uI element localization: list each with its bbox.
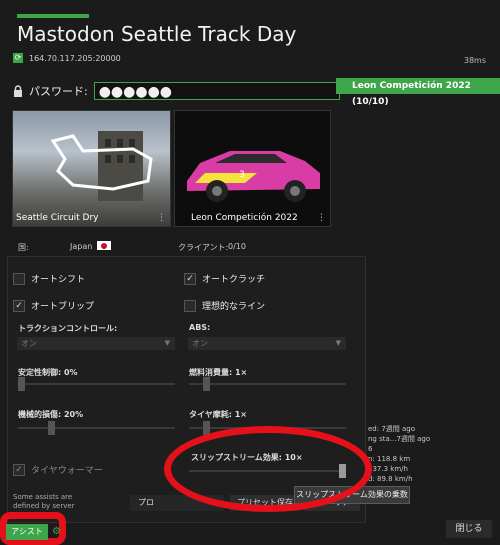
password-row: パスワード: ●●●●●●: [13, 82, 340, 100]
stat-line: ed: 7週間 ago: [368, 425, 416, 433]
traction-control-select[interactable]: オン ▼: [17, 337, 175, 350]
auto-clutch-checkbox[interactable]: ✓ オートクラッチ: [184, 272, 265, 285]
password-input[interactable]: ●●●●●●: [93, 82, 340, 100]
ideal-line-label: 理想的なライン: [202, 302, 266, 312]
fuel-slider[interactable]: [189, 377, 346, 391]
preset-value: プロ: [138, 498, 154, 507]
car-thumbnail[interactable]: 3 Leon Competición 2022 ⋮: [174, 110, 331, 227]
checkbox-box[interactable]: ✓: [184, 272, 196, 285]
abs-value: オン: [192, 339, 208, 348]
ideal-line-checkbox[interactable]: 理想的なライン: [184, 299, 265, 312]
close-button[interactable]: 閉じる: [446, 520, 492, 538]
track-menu-icon[interactable]: ⋮: [157, 213, 166, 223]
checkbox-box[interactable]: ✓: [13, 299, 25, 312]
damage-slider[interactable]: [18, 421, 175, 435]
chevron-down-icon: ▼: [164, 339, 170, 347]
ping-value: 38ms: [463, 56, 486, 65]
server-assists-note: Some assists are defined by server: [13, 493, 75, 510]
slider-knob[interactable]: [48, 421, 55, 435]
checkbox-box[interactable]: [13, 272, 25, 285]
clients-value: 0/10: [228, 242, 246, 251]
assist-tab-label: アシスト: [11, 527, 43, 536]
slider-knob[interactable]: [203, 377, 210, 391]
checkbox-box[interactable]: [184, 299, 196, 312]
track-layout-map: [50, 131, 153, 201]
traction-control-label: トラクションコントロール:: [18, 324, 118, 333]
car-menu-icon[interactable]: ⋮: [317, 213, 326, 223]
stat-line: ng sta...7週間 ago: [368, 435, 431, 443]
fuel-label: 燃料消費量: 1×: [189, 368, 248, 377]
car-image: 3: [187, 151, 320, 202]
server-address-row: ⟳ 164.70.117.205:20000: [13, 53, 121, 63]
abs-label: ABS:: [189, 323, 211, 332]
abs-select[interactable]: オン ▼: [188, 337, 346, 350]
checkbox-box[interactable]: ✓: [13, 463, 25, 476]
title-accent-bar: [17, 14, 89, 18]
refresh-icon[interactable]: ⟳: [13, 53, 23, 63]
car-name: Leon Competición 2022: [191, 213, 298, 223]
chevron-down-icon: ▼: [335, 339, 341, 347]
tyre-warmers-label: タイヤウォーマー: [31, 466, 103, 476]
stat-line: 137.3 km/h: [368, 465, 408, 473]
tyre-wear-label: タイヤ摩耗: 1×: [189, 410, 248, 419]
auto-blip-checkbox[interactable]: ✓ オートブリップ: [13, 299, 94, 312]
slider-knob[interactable]: [18, 377, 25, 391]
stat-line: n: 118.8 km: [368, 455, 411, 463]
auto-clutch-label: オートクラッチ: [202, 275, 266, 285]
auto-blip-label: オートブリップ: [31, 302, 95, 312]
stability-label: 安定性制御: 0%: [18, 368, 78, 377]
auto-shift-label: オートシフト: [31, 275, 86, 285]
lock-icon: [14, 85, 22, 97]
assist-tab-button[interactable]: アシスト: [6, 524, 48, 540]
japan-flag-icon: [97, 241, 111, 250]
track-name: Seattle Circuit Dry: [16, 213, 99, 223]
damage-label: 機械的損傷: 20%: [18, 410, 84, 419]
track-thumbnail[interactable]: Seattle Circuit Dry ⋮: [12, 110, 171, 227]
traction-control-value: オン: [21, 339, 37, 348]
clients-label: クライアント:: [178, 243, 229, 252]
svg-text:3: 3: [239, 170, 245, 180]
country-label: 国:: [18, 243, 29, 252]
tyre-warmers-checkbox[interactable]: ✓ タイヤウォーマー: [13, 463, 103, 476]
slipstream-highlight-ring: [164, 426, 372, 512]
car-selector-tab[interactable]: Leon Competición 2022 (10/10): [336, 78, 500, 107]
country-value: Japan: [70, 242, 93, 251]
auto-shift-checkbox[interactable]: オートシフト: [13, 272, 85, 285]
settings-icon[interactable]: ⚙: [52, 526, 61, 537]
stat-line: d: 89.8 km/h: [368, 475, 413, 483]
server-address: 164.70.117.205:20000: [29, 53, 121, 63]
password-label: パスワード:: [29, 85, 88, 98]
stability-slider[interactable]: [18, 377, 175, 391]
stat-line: 6: [368, 445, 373, 453]
server-stats: ed: 7週間 ago ng sta...7週間 ago 6 n: 118.8 …: [368, 424, 430, 484]
server-title: Mastodon Seattle Track Day: [17, 22, 297, 46]
